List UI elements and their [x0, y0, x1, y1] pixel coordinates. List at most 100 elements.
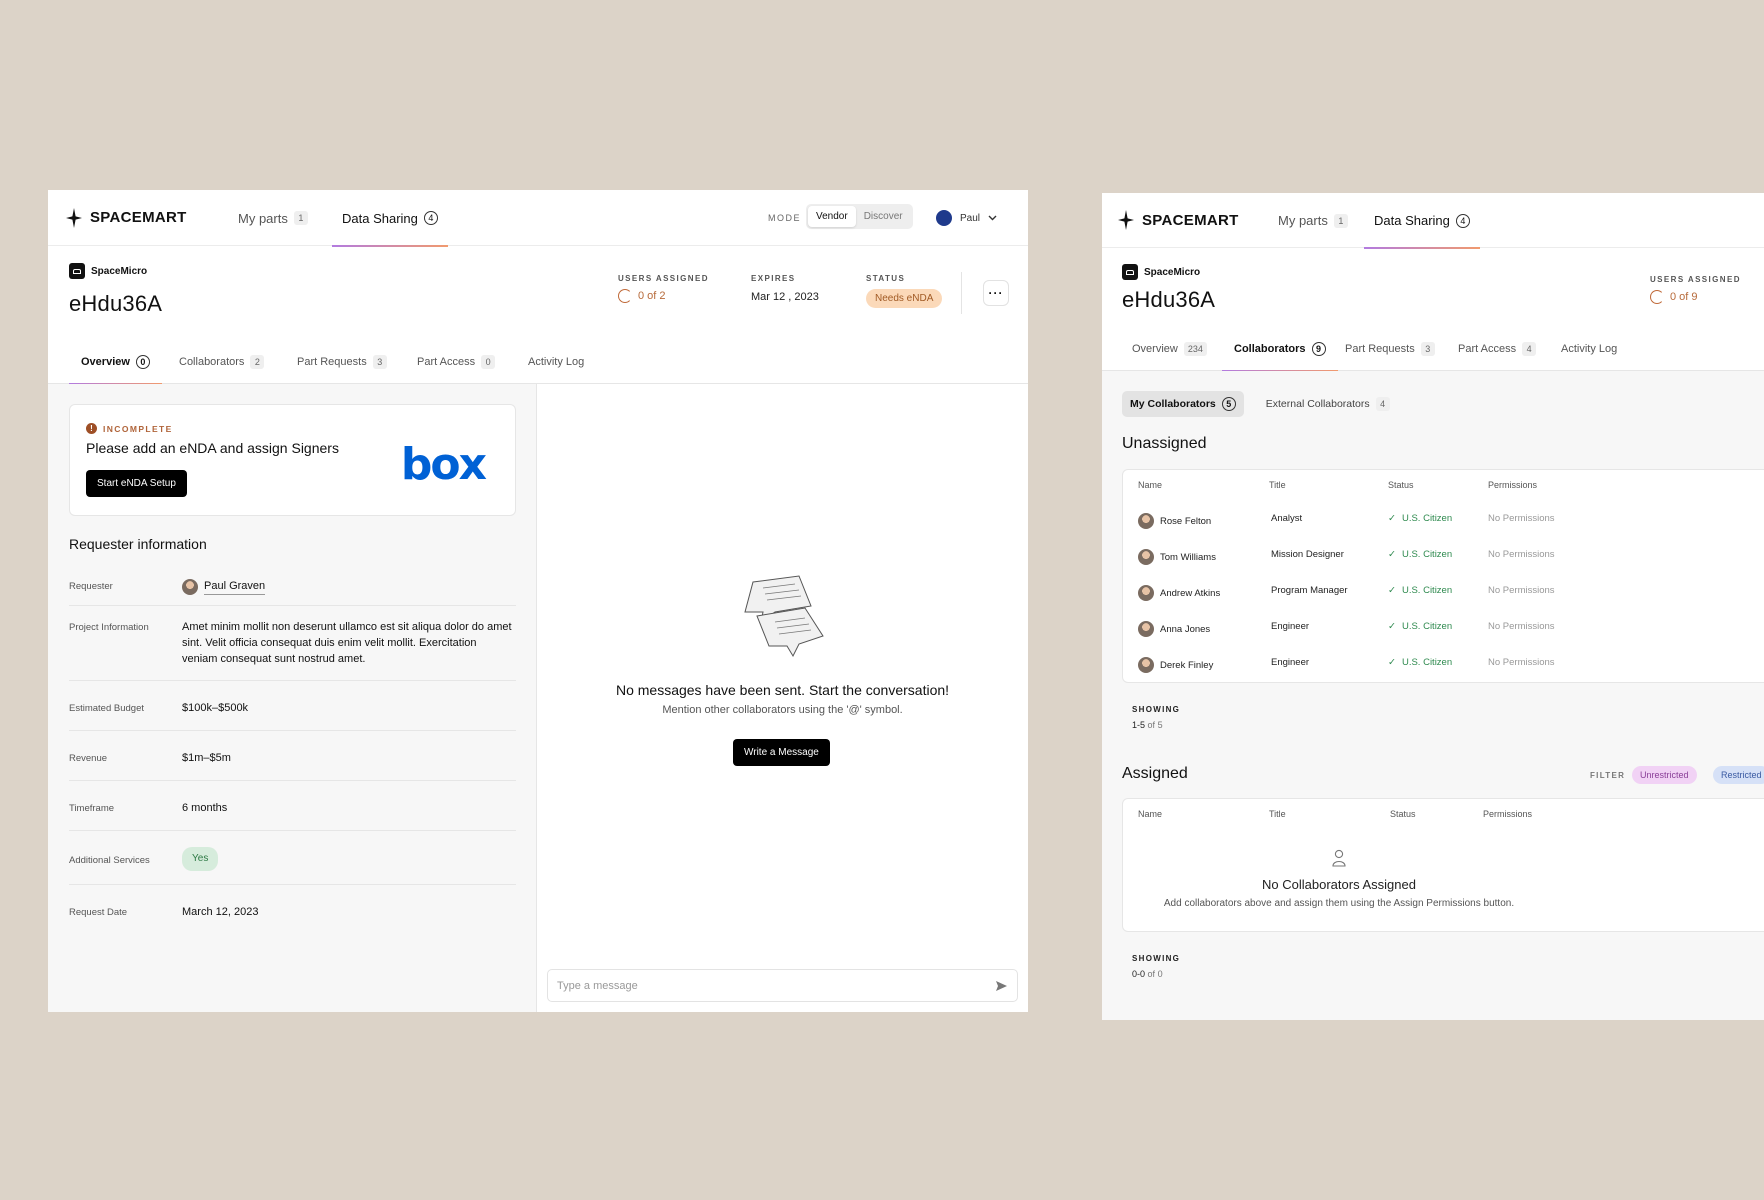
start-enda-setup-button[interactable]: Start eNDA Setup [86, 470, 187, 497]
assigned-title: Assigned [1122, 765, 1188, 782]
nav-my-parts[interactable]: My parts 1 [238, 190, 308, 246]
info-row-timeframe: Timeframe 6 months [69, 781, 516, 831]
tab-collaborators[interactable]: Collaborators 9 [1222, 327, 1337, 372]
unassigned-table: Name Title Status Permissions Rose Felto… [1122, 469, 1764, 683]
nasa-avatar [936, 210, 952, 226]
showing-count: 0-0 of 0 [1132, 969, 1163, 979]
assigned-table: Name Title Status Permissions No Collabo… [1122, 798, 1764, 932]
status-label: STATUS [866, 274, 906, 283]
header-divider [961, 272, 962, 314]
collaborators-content: My Collaborators 5 External Collaborator… [1102, 371, 1764, 1020]
message-input[interactable]: Type a message [547, 969, 1018, 1002]
table-row[interactable]: Andrew Atkins Program Manager ✓ U.S. Citi… [1123, 574, 1764, 610]
table-row[interactable]: Tom Williams Mission Designer ✓ U.S. Citi… [1123, 538, 1764, 574]
tab-activity-log[interactable]: Activity Log [1561, 327, 1617, 371]
tab-part-access[interactable]: Part Access 4 [1458, 327, 1537, 371]
check-icon: ✓ [1388, 657, 1396, 668]
avatar [1138, 585, 1154, 601]
avatar [1138, 513, 1154, 529]
org-name: SpaceMicro [69, 263, 147, 279]
check-icon: ✓ [1388, 513, 1396, 524]
avatar [1138, 657, 1154, 673]
write-message-button[interactable]: Write a Message [733, 739, 830, 766]
filter-unrestricted[interactable]: Unrestricted [1632, 766, 1697, 784]
progress-ring-icon [618, 289, 632, 303]
expires-value: Mar 12 , 2023 [751, 291, 819, 303]
mode-vendor-option[interactable]: Vendor [808, 206, 856, 227]
chevron-down-icon [988, 215, 997, 221]
filter-restricted[interactable]: Restricted [1713, 766, 1764, 784]
org-logo-icon [69, 263, 85, 279]
nav-data-sharing[interactable]: Data Sharing 4 [332, 190, 448, 247]
enda-card-title: Please add an eNDA and assign Signers [86, 440, 339, 456]
avatar [182, 578, 198, 595]
services-badge: Yes [182, 847, 219, 871]
mode-toggle[interactable]: Vendor Discover [806, 204, 913, 229]
unassigned-title: Unassigned [1122, 435, 1207, 452]
info-row-revenue: Revenue $1m–$5m [69, 731, 516, 781]
overview-window: SPACEMART My parts 1 Data Sharing 4 MODE… [48, 190, 1028, 1012]
chat-panel: No messages have been sent. Start the co… [537, 384, 1028, 1012]
avatar [1138, 549, 1154, 565]
check-icon: ✓ [1388, 585, 1396, 596]
showing-count: 1-5 of 5 [1132, 720, 1163, 730]
requester-link[interactable]: Paul Graven [204, 578, 266, 595]
avatar [1138, 621, 1154, 637]
tab-part-access[interactable]: Part Access 0 [417, 340, 496, 384]
overview-content: ! INCOMPLETE Please add an eNDA and assi… [48, 384, 537, 1012]
tab-overview[interactable]: Overview 234 [1132, 327, 1207, 371]
tab-part-requests[interactable]: Part Requests 3 [1345, 327, 1435, 371]
page-title: eHdu36A [1122, 287, 1216, 312]
users-assigned-label: USERS ASSIGNED [1650, 275, 1741, 284]
box-logo: box [400, 439, 487, 490]
top-navigation-right: SPACEMART My parts 1 Data Sharing 4 [1102, 193, 1764, 249]
mode-label: MODE [768, 213, 801, 223]
users-assigned-label: USERS ASSIGNED [618, 274, 709, 283]
star-icon [66, 207, 82, 228]
users-assigned-value: 0 of 2 [618, 289, 666, 303]
incomplete-badge: ! INCOMPLETE [86, 423, 173, 434]
tab-collaborators[interactable]: Collaborators 2 [179, 340, 265, 384]
info-row-project: Project Information Amet minim mollit no… [69, 606, 516, 681]
table-row[interactable]: Derek Finley Engineer ✓ U.S. Citizen No P… [1123, 646, 1764, 682]
my-collaborators-tab[interactable]: My Collaborators 5 [1122, 391, 1244, 417]
mode-discover-option[interactable]: Discover [856, 206, 911, 227]
info-row-services: Additional Services Yes [69, 831, 516, 885]
showing-label: SHOWING [1132, 705, 1181, 714]
star-icon [1118, 210, 1134, 230]
nav-my-parts[interactable]: My parts 1 [1278, 193, 1348, 248]
external-collaborators-tab[interactable]: External Collaborators 4 [1258, 391, 1398, 417]
user-menu[interactable]: Paul [936, 210, 997, 226]
send-icon[interactable] [995, 980, 1008, 992]
enda-card: ! INCOMPLETE Please add an eNDA and assi… [69, 404, 516, 516]
tab-part-requests[interactable]: Part Requests 3 [297, 340, 387, 384]
info-row-budget: Estimated Budget $100k–$500k [69, 681, 516, 731]
showing-label: SHOWING [1132, 954, 1181, 963]
table-row[interactable]: Rose Felton Analyst ✓ U.S. Citizen No Per… [1123, 502, 1764, 538]
org-logo-icon [1122, 264, 1138, 280]
tab-activity-log[interactable]: Activity Log [528, 340, 584, 384]
tab-overview[interactable]: Overview 0 [69, 340, 162, 385]
warning-icon: ! [86, 423, 97, 434]
person-icon [1332, 849, 1346, 867]
filter-label: FILTER [1590, 771, 1626, 780]
status-badge: Needs eNDA [866, 289, 943, 308]
top-navigation: SPACEMART My parts 1 Data Sharing 4 MODE… [48, 190, 1028, 247]
table-row[interactable]: Anna Jones Engineer ✓ U.S. Citizen No Per… [1123, 610, 1764, 646]
chat-empty-subtitle: Mention other collaborators using the '@… [662, 704, 903, 716]
requester-section-title: Requester information [69, 536, 207, 552]
assigned-empty-title: No Collaborators Assigned [1262, 877, 1416, 892]
collaborator-filter-tabs: My Collaborators 5 External Collaborator… [1122, 391, 1398, 417]
part-tabs: Overview 0 Collaborators 2 Part Requests… [48, 340, 1028, 385]
info-row-requester: Requester Paul Graven [69, 560, 516, 606]
chat-empty-title: No messages have been sent. Start the co… [615, 682, 950, 698]
check-icon: ✓ [1388, 621, 1396, 632]
more-options-button[interactable]: ··· [983, 280, 1009, 306]
spacemart-logo[interactable]: SPACEMART [1118, 210, 1239, 230]
nav-data-sharing[interactable]: Data Sharing 4 [1364, 193, 1480, 249]
expires-label: EXPIRES [751, 274, 796, 283]
users-assigned-value: 0 of 9 [1650, 290, 1698, 304]
page-title: eHdu36A [69, 291, 163, 316]
spacemart-logo[interactable]: SPACEMART [66, 207, 187, 228]
assigned-empty-subtitle: Add collaborators above and assign them … [1163, 898, 1515, 909]
